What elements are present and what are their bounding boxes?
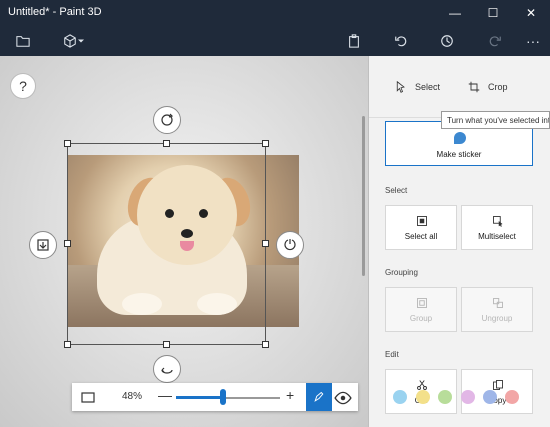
palette-swatch <box>416 390 430 404</box>
main-toolbar: ··· <box>0 26 550 56</box>
fit-to-screen-icon[interactable] <box>80 389 96 405</box>
crop-icon <box>468 81 480 93</box>
help-button[interactable]: ? <box>10 73 36 99</box>
maximize-button[interactable]: ☐ <box>474 0 512 26</box>
palette-swatch <box>438 390 452 404</box>
resize-handle-tr[interactable] <box>262 140 269 147</box>
redo-icon[interactable] <box>486 31 504 51</box>
zoom-slider-thumb[interactable] <box>220 389 226 405</box>
multiselect-label: Multiselect <box>478 232 516 241</box>
sticker-tooltip: Turn what you've selected into a sticker <box>441 111 550 129</box>
palette-swatch <box>483 390 497 404</box>
select-all-button[interactable]: Select all <box>385 205 457 250</box>
selection-box[interactable] <box>67 143 266 345</box>
crop-tool[interactable]: Crop <box>468 78 508 96</box>
palette-swatch <box>461 390 475 404</box>
palette-swatch <box>505 390 519 404</box>
zoom-slider-fill <box>176 396 223 399</box>
folder-icon[interactable] <box>14 31 32 51</box>
resize-handle-left[interactable] <box>64 240 71 247</box>
more-icon[interactable]: ··· <box>524 31 542 51</box>
zoom-in-button[interactable]: + <box>286 387 294 403</box>
zoom-percent: 48% <box>122 391 143 402</box>
make-sticker-label: Make sticker <box>436 150 482 159</box>
crop-tool-label: Crop <box>488 82 508 92</box>
undo-icon[interactable] <box>392 31 410 51</box>
select-all-label: Select all <box>404 232 438 241</box>
window-title: Untitled* - Paint 3D <box>8 6 102 18</box>
multiselect-icon <box>493 216 503 227</box>
cube-icon[interactable] <box>60 31 88 51</box>
resize-handle-tl[interactable] <box>64 140 71 147</box>
rotate-y-icon[interactable] <box>276 231 304 259</box>
title-bar: Untitled* - Paint 3D — ☐ ✕ <box>0 0 550 26</box>
edit-section-title: Edit <box>385 350 399 359</box>
vertical-scrollbar[interactable] <box>362 116 365 276</box>
ungroup-label: Ungroup <box>481 314 513 323</box>
chevron-down-icon <box>78 39 84 43</box>
sticker-icon <box>454 132 466 144</box>
paste-icon[interactable] <box>345 31 363 51</box>
rotate-z-icon[interactable] <box>153 106 181 134</box>
group-button[interactable]: Group <box>385 287 457 332</box>
rotate-x-icon[interactable] <box>29 231 57 259</box>
resize-handle-bl[interactable] <box>64 341 71 348</box>
palette-swatch <box>393 390 407 404</box>
select-section-title: Select <box>385 186 408 195</box>
group-icon <box>417 298 427 308</box>
rotate-bottom-icon[interactable] <box>153 355 181 383</box>
ungroup-icon <box>493 298 503 308</box>
resize-handle-br[interactable] <box>262 341 269 348</box>
grouping-section-title: Grouping <box>385 268 418 277</box>
resize-handle-top[interactable] <box>163 140 170 147</box>
select-all-icon <box>417 216 427 226</box>
minimize-button[interactable]: — <box>436 0 474 26</box>
ungroup-button[interactable]: Ungroup <box>461 287 533 332</box>
pen-icon[interactable] <box>306 383 332 411</box>
select-tool-label: Select <box>415 82 441 92</box>
copy-icon <box>493 380 503 390</box>
group-label: Group <box>409 314 433 323</box>
resize-handle-bottom[interactable] <box>163 341 170 348</box>
close-button[interactable]: ✕ <box>512 0 550 26</box>
cursor-icon <box>396 81 405 93</box>
zoom-bar: 48% — + <box>72 383 358 411</box>
history-icon[interactable] <box>438 31 456 51</box>
select-tool[interactable]: Select <box>395 78 440 96</box>
view-icon[interactable] <box>334 389 352 405</box>
zoom-out-button[interactable]: — <box>158 387 172 403</box>
canvas-area[interactable]: ? 48% — + <box>0 56 368 427</box>
panel-tools: Select Crop <box>369 56 550 118</box>
resize-handle-right[interactable] <box>262 240 269 247</box>
multiselect-button[interactable]: Multiselect <box>461 205 533 250</box>
